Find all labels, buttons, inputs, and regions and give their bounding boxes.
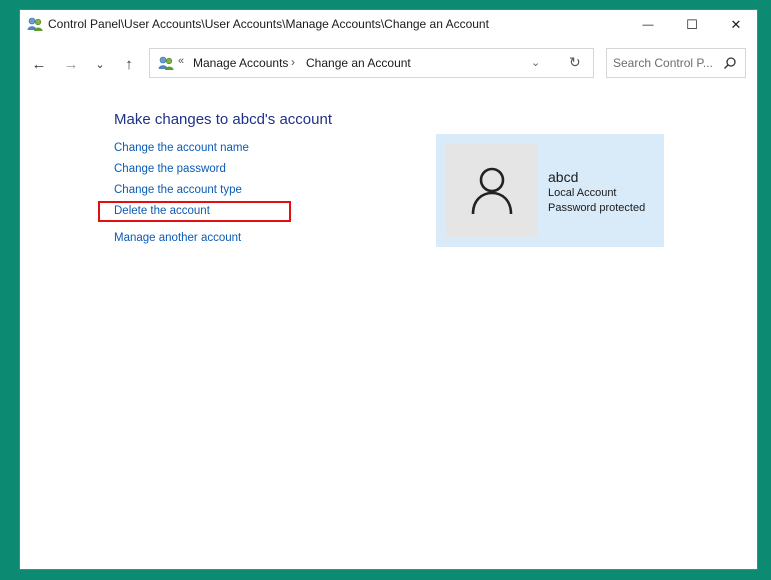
password-status: Password protected [548, 202, 646, 214]
avatar [445, 144, 538, 237]
address-overflow-chevron[interactable]: « [178, 55, 184, 67]
back-button[interactable]: ← [28, 53, 50, 75]
highlight-box [98, 201, 291, 222]
maximize-icon: ☐ [686, 17, 698, 32]
account-type: Local Account [548, 187, 617, 199]
user-avatar-icon [471, 167, 512, 214]
search-input[interactable] [613, 56, 717, 70]
forward-button[interactable]: → [60, 53, 82, 75]
breadcrumb-manage-accounts[interactable]: Manage Accounts [193, 56, 288, 70]
user-name: abcd [548, 169, 579, 185]
search-icon[interactable] [723, 56, 737, 70]
back-arrow-icon: ← [31, 55, 47, 73]
navigation-bar: ← → ⌄ ↑ « Manage Accounts › Change an Ac… [20, 48, 757, 82]
up-button[interactable]: ↑ [118, 53, 140, 75]
refresh-icon[interactable]: ↻ [569, 54, 581, 71]
breadcrumb-change-an-account[interactable]: Change an Account [306, 56, 411, 70]
user-accounts-icon [158, 56, 174, 70]
up-arrow-icon: ↑ [125, 55, 133, 73]
close-icon: ✕ [730, 17, 742, 32]
change-password-link[interactable]: Change the password [114, 163, 226, 175]
chevron-down-icon: ⌄ [95, 58, 105, 71]
search-box[interactable] [606, 48, 746, 78]
breadcrumb-separator-icon[interactable]: › [291, 55, 295, 69]
title-bar[interactable]: Control Panel\User Accounts\User Account… [20, 10, 757, 40]
change-account-type-link[interactable]: Change the account type [114, 184, 242, 196]
address-bar[interactable]: « Manage Accounts › Change an Account ⌄ … [149, 48, 594, 78]
user-account-card: abcd Local Account Password protected [436, 134, 664, 247]
control-panel-window: Control Panel\User Accounts\User Account… [19, 9, 758, 570]
recent-locations-button[interactable]: ⌄ [89, 53, 111, 75]
change-account-name-link[interactable]: Change the account name [114, 142, 249, 154]
maximize-button[interactable]: ☐ [670, 10, 714, 40]
minimize-button[interactable]: — [626, 10, 670, 40]
forward-arrow-icon: → [63, 55, 79, 73]
close-button[interactable]: ✕ [714, 10, 757, 40]
window-title: Control Panel\User Accounts\User Account… [48, 17, 489, 31]
address-dropdown-icon[interactable]: ⌄ [531, 56, 540, 69]
page-title: Make changes to abcd's account [114, 111, 332, 128]
manage-another-account-link[interactable]: Manage another account [114, 232, 241, 244]
minimize-icon: — [642, 19, 654, 31]
user-accounts-icon [27, 17, 43, 31]
